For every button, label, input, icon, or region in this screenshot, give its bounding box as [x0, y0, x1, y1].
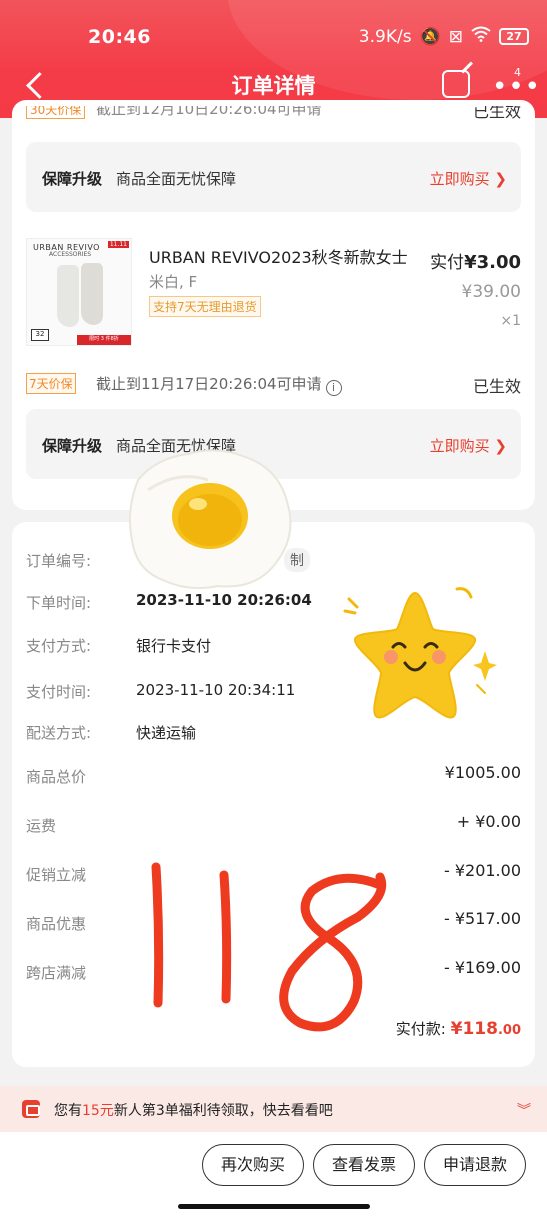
share-icon[interactable] [442, 70, 470, 98]
total-paid-label: 实付款: [395, 1020, 446, 1038]
request-refund-button[interactable]: 申请退款 [424, 1144, 526, 1186]
mute-icon: 🔕 [419, 26, 441, 47]
order-no-label: 订单编号: [26, 552, 92, 570]
info-icon[interactable]: i [325, 380, 342, 396]
status-bar: 20:46 3.9K/s 🔕 ⊠ 27 [0, 0, 547, 70]
handwritten-118: 118 [151, 862, 387, 1032]
price-protect-text: 截止到11月17日20:26:04可申请 i [96, 373, 342, 396]
net-speed: 3.9K/s [358, 26, 412, 47]
more-icon[interactable]: ••• 4 [492, 66, 540, 100]
guarantee-upgrade-1[interactable]: 保障升级 商品全面无忧保障 立即购买 ❯ [26, 142, 521, 212]
item-paid-label: 实付 [430, 253, 465, 273]
product-name[interactable]: URBAN REVIVO2023秋冬新款女士 [149, 244, 408, 268]
price-protect-row-partial: 30天价保 截止到12月10日20:26:04可申请 已生效 [12, 106, 535, 120]
battery-icon: 27 [499, 28, 529, 45]
promo-label: 促销立减 [26, 866, 87, 884]
view-invoice-button[interactable]: 查看发票 [313, 1144, 415, 1186]
wifi-icon [471, 26, 491, 47]
product-image-sub: ACCESSORIES [49, 251, 92, 258]
delivery-label: 配送方式: [26, 724, 92, 742]
newcomer-promo-banner[interactable]: 您有15元新人第3单福利待领取，快去看看吧 ︾ [0, 1086, 547, 1132]
buy-now-link[interactable]: 立即购买 ❯ [430, 168, 507, 189]
price-protect-text: 截止到12月10日20:26:04可申请 [96, 106, 322, 118]
more-badge: 4 [514, 66, 521, 79]
sock-shape [81, 263, 103, 325]
buy-now-link[interactable]: 立即购买 ❯ [430, 435, 507, 456]
guarantee-desc: 商品全面无忧保障 [116, 170, 237, 188]
goods-total-value: ¥1005.00 [444, 763, 521, 782]
coupon-value: - ¥517.00 [443, 909, 521, 928]
item-paid-price: 实付¥3.00 [430, 248, 521, 273]
promo-value: - ¥201.00 [443, 861, 521, 880]
product-image-badge: 32 [31, 329, 49, 341]
bottom-action-bar: 再次购买 查看发票 申请退款 [0, 1132, 547, 1216]
price-protect-status: 已生效 [472, 377, 521, 396]
return-policy-badge: 支持7天无理由退货 [149, 296, 261, 317]
status-time: 20:46 [88, 26, 151, 48]
more-dots: ••• [492, 72, 542, 102]
price-protect-deadline: 截止到11月17日20:26:04可申请 [96, 375, 322, 393]
pay-method-label: 支付方式: [26, 637, 92, 655]
total-paid-int: ¥118 [450, 1019, 498, 1039]
item-paid-value: ¥3.00 [464, 252, 521, 273]
item-original-price: ¥39.00 [461, 282, 521, 302]
product-image[interactable]: URBAN REVIVO ACCESSORIES 11.11 32 限时 3 件… [26, 238, 132, 346]
shipping-label: 运费 [26, 817, 57, 835]
total-paid: 实付款: ¥118.00 [396, 1018, 521, 1039]
item-quantity: ×1 [500, 313, 521, 329]
promo-suffix: 新人第3单福利待领取，快去看看吧 [113, 1103, 333, 1119]
price-protect-tag: 30天价保 [26, 106, 86, 119]
product-image-tag: 11.11 [107, 241, 129, 248]
cross-store-value: - ¥169.00 [443, 958, 521, 977]
smiling-star-sticker [343, 587, 497, 719]
delivery-method: 快递运输 [136, 724, 197, 742]
shipping-value: + ¥0.00 [456, 812, 521, 831]
coupon-label: 商品优惠 [26, 915, 87, 933]
pay-time-label: 支付时间: [26, 683, 92, 701]
guarantee-title: 保障升级 [42, 437, 103, 455]
sock-shape [57, 265, 79, 327]
total-paid-dec: .00 [497, 1023, 521, 1038]
sim-off-icon: ⊠ [448, 26, 463, 47]
fried-egg-sticker [129, 449, 292, 589]
cross-store-label: 跨店满减 [26, 964, 87, 982]
price-protect-status: 已生效 [472, 106, 521, 120]
status-indicators: 3.9K/s 🔕 ⊠ 27 [359, 26, 529, 47]
product-image-bar: 限时 3 件8折 [77, 335, 131, 345]
goods-total-label: 商品总价 [26, 768, 87, 786]
promo-text: 您有15元新人第3单福利待领取，快去看看吧 [54, 1100, 333, 1120]
home-indicator[interactable] [178, 1204, 370, 1209]
promo-amount: 15元 [82, 1103, 114, 1119]
order-time-label: 下单时间: [26, 594, 92, 612]
rebuy-button[interactable]: 再次购买 [202, 1144, 304, 1186]
total-paid-value: ¥118.00 [451, 1019, 521, 1039]
gift-icon [22, 1100, 40, 1118]
pay-time: 2023-11-10 20:34:11 [136, 681, 296, 699]
guarantee-title: 保障升级 [42, 170, 103, 188]
price-protect-tag: 7天价保 [26, 373, 76, 394]
promo-prefix: 您有 [54, 1103, 82, 1119]
pay-method: 银行卡支付 [136, 637, 212, 655]
product-spec: 米白, F [149, 273, 198, 291]
chevron-down-icon[interactable]: ︾ [517, 1100, 531, 1120]
